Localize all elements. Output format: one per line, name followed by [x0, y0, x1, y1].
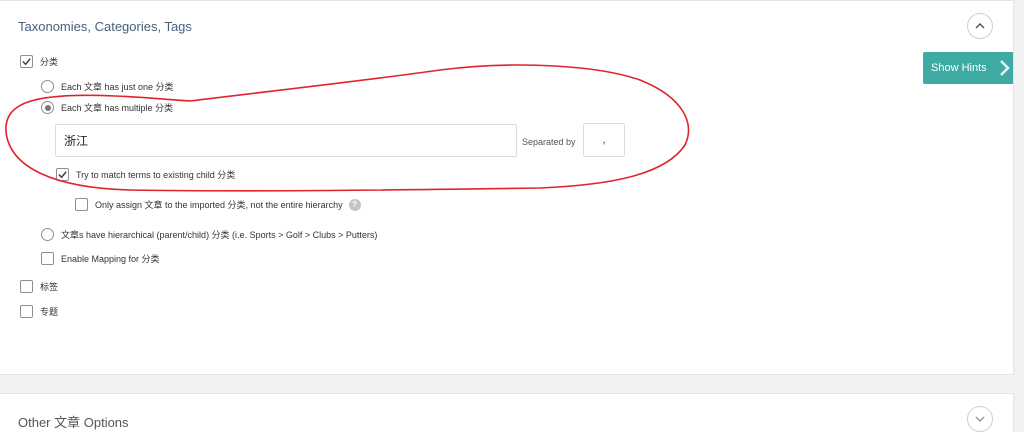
option-single-radio[interactable]: [41, 80, 54, 93]
chevron-down-icon: [975, 416, 985, 423]
section-title-taxonomies: Taxonomies, Categories, Tags: [18, 19, 192, 34]
category-checkbox-row[interactable]: 分类: [20, 55, 58, 68]
topics-checkbox[interactable]: [20, 305, 33, 318]
option-multiple-row[interactable]: Each 文章 has multiple 分类: [41, 101, 173, 114]
tags-label: 标签: [40, 282, 59, 292]
separator-input[interactable]: ,: [583, 123, 625, 157]
only-assign-row[interactable]: Only assign 文章 to the imported 分类, not t…: [75, 198, 361, 211]
other-options-panel: Other 文章 Options: [0, 393, 1014, 432]
enable-mapping-row[interactable]: Enable Mapping for 分类: [41, 252, 160, 265]
topics-row[interactable]: 专题: [20, 305, 58, 318]
tags-checkbox[interactable]: [20, 280, 33, 293]
enable-mapping-checkbox[interactable]: [41, 252, 54, 265]
separated-by-label: Separated by: [522, 137, 576, 147]
checkmark-icon: [58, 171, 67, 179]
option-single-label: Each 文章 has just one 分类: [61, 82, 174, 92]
only-assign-checkbox[interactable]: [75, 198, 88, 211]
match-terms-label: Try to match terms to existing child 分类: [76, 170, 236, 180]
chevron-up-icon: [975, 22, 985, 29]
topics-label: 专题: [40, 307, 59, 317]
expand-toggle-button[interactable]: [967, 406, 993, 432]
help-icon[interactable]: ?: [348, 198, 361, 211]
match-terms-checkbox[interactable]: [56, 168, 69, 181]
option-hierarchical-row[interactable]: 文章s have hierarchical (parent/child) 分类 …: [41, 228, 377, 241]
option-multiple-label: Each 文章 has multiple 分类: [61, 103, 174, 113]
option-multiple-radio[interactable]: [41, 101, 54, 114]
option-single-row[interactable]: Each 文章 has just one 分类: [41, 80, 174, 93]
tags-row[interactable]: 标签: [20, 280, 58, 293]
option-hierarchical-radio[interactable]: [41, 228, 54, 241]
checkmark-icon: [22, 58, 31, 66]
category-label: 分类: [40, 57, 59, 67]
only-assign-label: Only assign 文章 to the imported 分类, not t…: [95, 200, 343, 210]
taxonomies-panel: Taxonomies, Categories, Tags 分类 Each 文章 …: [0, 0, 1014, 375]
show-hints-button[interactable]: Show Hints: [923, 52, 1013, 84]
collapse-toggle-button[interactable]: [967, 13, 993, 39]
terms-input[interactable]: 浙江: [55, 124, 517, 157]
match-terms-row[interactable]: Try to match terms to existing child 分类: [56, 168, 235, 181]
option-hierarchical-label: 文章s have hierarchical (parent/child) 分类 …: [61, 230, 378, 240]
chevron-right-icon: [1000, 60, 1010, 76]
show-hints-label: Show Hints: [931, 62, 987, 74]
section-title-other-options: Other 文章 Options: [18, 415, 129, 430]
category-checkbox[interactable]: [20, 55, 33, 68]
enable-mapping-label: Enable Mapping for 分类: [61, 254, 160, 264]
